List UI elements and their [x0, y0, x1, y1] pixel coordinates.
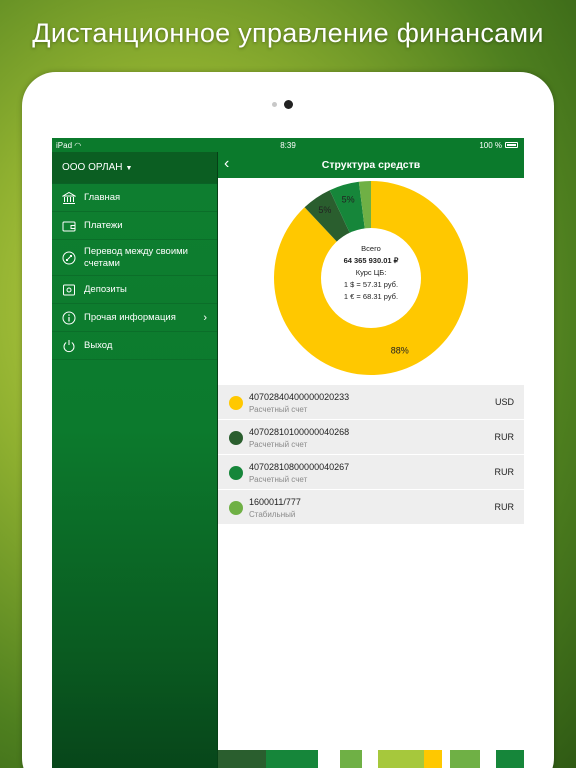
account-row[interactable]: 1600011/777 Стабильный RUR	[218, 490, 524, 525]
account-color-dot	[229, 501, 243, 515]
app-screen: iPad ◠ 8:39 100 % ООО ОРЛАН ▼ Главная Пла…	[52, 138, 524, 768]
account-color-dot	[229, 396, 243, 410]
account-type: Расчетный счет	[249, 440, 308, 449]
account-type: Расчетный счет	[249, 405, 308, 414]
donut-hole	[321, 228, 421, 328]
camera	[284, 100, 293, 109]
donut-total-label: Всего	[361, 244, 381, 253]
sidebar-item-label: Депозиты	[84, 284, 127, 295]
account-currency: USD	[494, 397, 514, 407]
account-row[interactable]: 40702810800000040267 Расчетный счет RUR	[218, 455, 524, 490]
sidebar-item-label: Платежи	[84, 220, 123, 231]
status-bar: iPad ◠ 8:39 100 %	[52, 138, 524, 152]
account-color-dot	[229, 466, 243, 480]
sidebar-item-transfer[interactable]: Перевод между своими счетами	[52, 240, 217, 276]
bottom-decor-strip	[218, 750, 524, 768]
account-color-dot	[229, 431, 243, 445]
donut-slice-label: 5%	[318, 205, 331, 215]
funds-structure-chart: Всего 64 365 930.01 ₽ Курс ЦБ: 1 $ = 57.…	[218, 178, 524, 385]
header-bar: ‹ Структура средств	[218, 152, 524, 178]
donut-rate-label: Курс ЦБ:	[356, 268, 387, 277]
account-type: Расчетный счет	[249, 475, 308, 484]
donut-eur-rate: 1 € = 68.31 руб.	[344, 292, 398, 301]
power-icon	[63, 339, 75, 352]
battery-percent: 100 %	[479, 141, 502, 150]
caret-down-icon: ▼	[125, 165, 133, 172]
page-title: Структура средств	[321, 159, 421, 171]
transfer-icon	[62, 251, 76, 264]
account-currency: RUR	[494, 432, 515, 442]
sidebar-item-payments[interactable]: Платежи	[52, 212, 217, 240]
account-currency: RUR	[494, 467, 515, 477]
account-type: Стабильный	[249, 510, 296, 519]
sidebar-item-label: Выход	[84, 340, 113, 351]
org-name: ООО ОРЛАН	[62, 162, 123, 173]
status-time: 8:39	[280, 141, 296, 150]
sidebar: ООО ОРЛАН ▼ Главная Платежи Перевод между…	[52, 152, 218, 768]
account-number: 1600011/777	[249, 497, 301, 507]
donut-total-value: 64 365 930.01 ₽	[344, 256, 399, 265]
battery-icon	[505, 142, 518, 148]
sidebar-item-other-info[interactable]: Прочая информация ›	[52, 304, 217, 332]
safe-icon	[63, 284, 75, 295]
account-number: 40702810800000040267	[249, 462, 350, 472]
sidebar-item-label: Прочая информация	[84, 312, 176, 323]
sidebar-item-deposits[interactable]: Депозиты	[52, 276, 217, 304]
account-row[interactable]: 40702840400000020233 Расчетный счет USD	[218, 385, 524, 420]
donut-chart: Всего 64 365 930.01 ₽ Курс ЦБ: 1 $ = 57.…	[273, 181, 468, 375]
account-number: 40702810100000040268	[249, 427, 350, 437]
account-number: 40702840400000020233	[249, 392, 350, 402]
bank-icon	[62, 191, 76, 204]
info-icon	[62, 311, 76, 324]
account-row[interactable]: 40702810100000040268 Расчетный счет RUR	[218, 420, 524, 455]
donut-slice-label: 88%	[391, 346, 409, 356]
wallet-icon	[62, 221, 76, 231]
sidebar-item-logout[interactable]: Выход	[52, 332, 217, 360]
donut-slice-label: 5%	[342, 194, 355, 204]
sidebar-item-label: Главная	[84, 192, 121, 203]
sidebar-item-home[interactable]: Главная	[52, 184, 217, 212]
chevron-right-icon: ›	[203, 311, 207, 324]
account-currency: RUR	[494, 502, 515, 512]
sidebar-item-label: Перевод между своими счетами	[84, 245, 188, 269]
promo-title: Дистанционное управление финансами	[32, 18, 544, 48]
sensor	[272, 102, 277, 107]
donut-usd-rate: 1 $ = 57.31 руб.	[344, 280, 398, 289]
accounts-list: 40702840400000020233 Расчетный счет USD …	[218, 385, 524, 525]
org-selector[interactable]: ООО ОРЛАН ▼	[52, 152, 217, 184]
